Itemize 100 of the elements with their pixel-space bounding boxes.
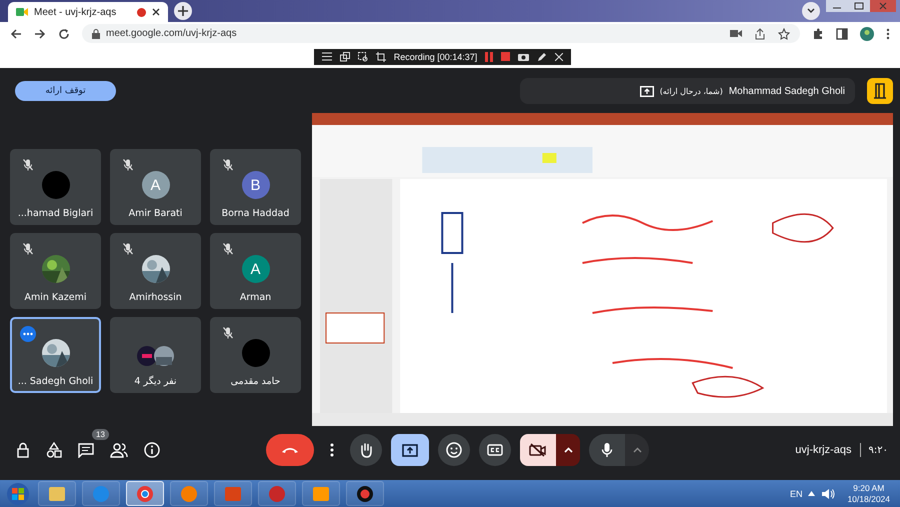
participant-tile[interactable]: ...hamad Biglari [10,149,101,225]
camera-off-icon [529,443,547,457]
start-button[interactable] [4,482,32,506]
pause-icon[interactable] [485,52,494,62]
avatar-icon [242,339,270,367]
present-button[interactable] [391,434,429,466]
participant-tile[interactable]: 4 نفر دیگر [110,317,201,393]
crop-icon[interactable] [376,52,386,62]
camera-options-button[interactable] [556,434,580,466]
chat-count: 13 [92,429,109,440]
captions-button[interactable] [479,434,511,466]
record-taskbar-button[interactable] [346,481,384,506]
menu-icon[interactable] [322,52,332,61]
participant-name: Amin Kazemi [24,292,87,303]
screen-share-icon [640,86,654,96]
globe-icon [91,484,111,502]
kebab-menu-icon[interactable] [886,28,890,40]
browser-tab[interactable]: Meet - uvj-krjz-aqs [8,2,168,22]
participant-name: Arman [240,292,272,303]
muted-mic-icon [123,243,133,255]
door-icon [873,83,887,99]
lock-icon [92,28,100,38]
window-controls-icon[interactable] [826,0,896,14]
people-icon[interactable] [110,442,128,458]
microphone-button[interactable] [589,434,625,466]
forward-icon[interactable] [34,28,46,40]
participant-tile[interactable]: B Borna Haddad [210,149,301,225]
video-camera-icon [16,7,28,17]
media-taskbar-button[interactable] [302,481,340,506]
participant-tile[interactable]: Amin Kazemi [10,233,101,309]
phone-icon [281,446,299,454]
close-icon[interactable] [152,8,160,16]
muted-mic-icon [23,159,33,171]
tab-search-button[interactable] [802,2,820,20]
presenting-status: (شما، درحال ارائه) [660,86,723,96]
muted-mic-icon [223,243,233,255]
meeting-code: uvj-krjz-aqs [795,444,852,456]
plus-icon [178,6,188,16]
kebab-menu-icon [330,443,334,457]
language-indicator[interactable]: EN [790,488,802,498]
clock-date: 10/18/2024 [847,494,890,504]
address-field[interactable]: meet.google.com/uvj-krjz-aqs [82,24,800,43]
emoji-button[interactable] [438,434,470,466]
side-panel-icon[interactable] [836,28,848,40]
stop-icon[interactable] [501,52,510,61]
microphone-icon [601,442,613,458]
muted-mic-icon [23,243,33,255]
raise-hand-button[interactable] [350,434,382,466]
chat-icon[interactable] [78,442,94,458]
back-icon[interactable] [10,28,22,40]
video-camera-icon[interactable] [730,29,742,38]
captions-icon [487,444,503,456]
participant-name: 4 نفر دیگر [134,376,177,387]
hand-icon [359,442,373,458]
pen-icon[interactable] [537,52,548,62]
region-icon[interactable] [358,52,368,62]
meeting-time: ۹:۲۰ [868,444,888,456]
avatar-icon [42,171,70,199]
participant-tile[interactable]: ... Sadegh Gholi [10,317,101,393]
folder-taskbar-button[interactable] [38,481,76,506]
profile-avatar-icon[interactable] [860,26,874,40]
participant-tile[interactable]: حامد مقدمی [210,317,301,393]
lock-icon[interactable] [16,442,30,458]
star-icon[interactable] [778,28,790,40]
participant-tile[interactable]: Amirhossin [110,233,201,309]
door-button[interactable] [867,78,893,104]
recording-dot-icon [137,8,146,16]
clock-time: 9:20 AM [853,482,884,494]
windows-icon[interactable] [340,52,350,62]
reload-icon[interactable] [58,28,70,40]
end-call-button[interactable] [266,434,314,466]
participant-tile[interactable]: A Amir Barati [110,149,201,225]
camera-off-button[interactable] [520,434,556,466]
smiley-icon [446,442,462,458]
puzzle-icon[interactable] [812,28,824,40]
tab-title: Meet - uvj-krjz-aqs [34,6,118,18]
info-icon[interactable] [144,442,160,458]
chrome-taskbar-button[interactable] [126,481,164,506]
presenter-name: Mohammad Sadegh Gholi [728,86,845,96]
chevron-down-icon [807,8,815,14]
speaker-icon[interactable] [821,488,836,500]
avatar: A [142,171,170,199]
avatar: B [242,171,270,199]
caret-up-icon[interactable] [808,491,816,496]
screen-share-icon [402,444,418,456]
folder-icon [47,484,67,502]
participant-name: ... Sadegh Gholi [18,376,94,387]
more-options-icon[interactable] [20,326,36,342]
stop-presenting-button[interactable]: توقف ارائه [15,81,116,101]
muted-mic-icon [223,327,233,339]
share-icon[interactable] [754,28,766,40]
new-tab-button[interactable] [174,2,192,20]
avatar: A [242,255,270,283]
camera-icon[interactable] [518,52,530,61]
muted-mic-icon [123,159,133,171]
participant-name: Amirhossin [129,292,182,303]
participant-name: Amir Barati [128,208,182,219]
participant-tile[interactable]: A Arman [210,233,301,309]
participant-name: Borna Haddad [222,208,290,219]
shapes-icon[interactable] [46,442,62,458]
